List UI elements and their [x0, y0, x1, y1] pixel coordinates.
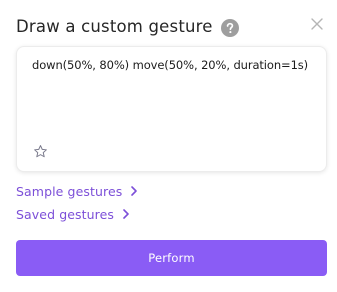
chevron-right-icon	[121, 208, 131, 220]
help-icon[interactable]	[220, 18, 239, 37]
sample-gestures-label: Sample gestures	[16, 183, 123, 199]
dialog-header: Draw a custom gesture	[16, 14, 239, 40]
chevron-right-icon	[129, 185, 139, 197]
close-icon[interactable]	[310, 16, 324, 30]
perform-button[interactable]: Perform	[16, 240, 327, 276]
saved-gestures-label: Saved gestures	[16, 206, 115, 222]
sample-gestures-link[interactable]: Sample gestures	[16, 182, 139, 200]
star-icon[interactable]	[33, 144, 48, 159]
gesture-editor[interactable]: down(50%, 80%) move(50%, 20%, duration=1…	[16, 46, 327, 172]
saved-gestures-link[interactable]: Saved gestures	[16, 205, 131, 223]
custom-gesture-dialog: Draw a custom gesture down(50%, 80%) mov…	[0, 0, 337, 292]
gesture-code-text[interactable]: down(50%, 80%) move(50%, 20%, duration=1…	[32, 57, 316, 73]
dialog-title: Draw a custom gesture	[16, 17, 213, 36]
